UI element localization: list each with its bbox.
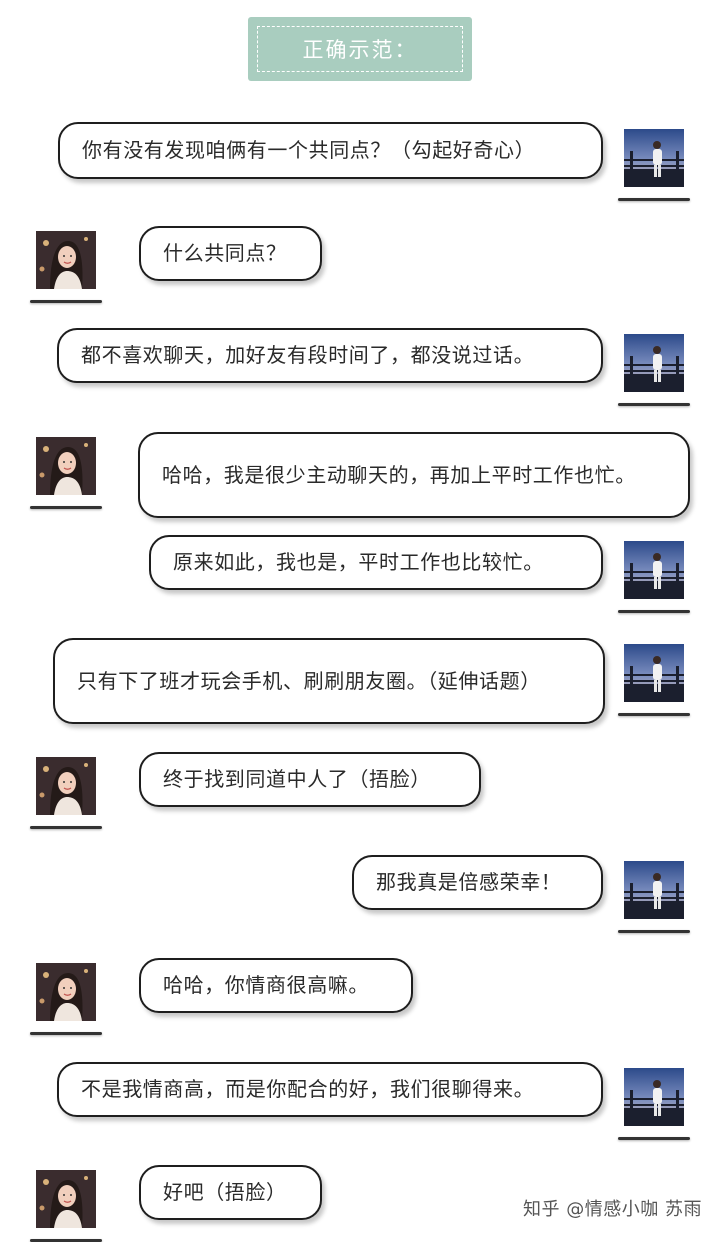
message-text: 只有下了班才玩会手机、刷刷朋友圈。（延伸话题） (77, 668, 541, 693)
avatar-divider (618, 1137, 690, 1140)
message-text: 不是我情商高，而是你配合的好，我们很聊得来。 (81, 1077, 535, 1101)
message-text: 都不喜欢聊天，加好友有段时间了，都没说过话。 (81, 343, 535, 367)
man-avatar[interactable] (618, 129, 690, 201)
avatar-divider (30, 1032, 102, 1035)
watermark: 知乎 @情感小咖 苏雨 (523, 1199, 702, 1220)
message-text: 什么共同点？ (163, 241, 287, 265)
avatar-divider (30, 300, 102, 303)
man-avatar-photo (624, 129, 684, 187)
woman-avatar-photo (36, 1170, 96, 1228)
woman-avatar[interactable] (30, 757, 102, 829)
title-border: 正确示范： (257, 26, 463, 72)
avatar-divider (618, 610, 690, 613)
chat-bubble-woman: 终于找到同道中人了（捂脸） (139, 752, 481, 807)
woman-avatar[interactable] (30, 963, 102, 1035)
woman-avatar[interactable] (30, 1170, 102, 1242)
woman-avatar-photo (36, 963, 96, 1021)
avatar-divider (30, 826, 102, 829)
message-text: 原来如此，我也是，平时工作也比较忙。 (173, 550, 544, 574)
message-text: 你有没有发现咱俩有一个共同点？（勾起好奇心） (82, 138, 536, 162)
chat-bubble-man: 原来如此，我也是，平时工作也比较忙。 (149, 535, 603, 590)
message-text: 那我真是倍感荣幸！ (376, 870, 562, 894)
man-avatar-photo (624, 1068, 684, 1126)
man-avatar[interactable] (618, 644, 690, 716)
woman-avatar[interactable] (30, 437, 102, 509)
man-avatar[interactable] (618, 541, 690, 613)
chat-bubble-man: 不是我情商高，而是你配合的好，我们很聊得来。 (57, 1062, 603, 1117)
chat-bubble-woman: 好吧（捂脸） (139, 1165, 322, 1220)
man-avatar[interactable] (618, 861, 690, 933)
chat-bubble-woman: 哈哈，你情商很高嘛。 (139, 958, 413, 1013)
woman-avatar-photo (36, 757, 96, 815)
avatar-divider (30, 506, 102, 509)
avatar-divider (618, 713, 690, 716)
chat-bubble-man: 你有没有发现咱俩有一个共同点？（勾起好奇心） (58, 122, 603, 179)
woman-avatar-photo (36, 437, 96, 495)
title-banner: 正确示范： (248, 17, 472, 81)
chat-bubble-man: 那我真是倍感荣幸！ (352, 855, 603, 910)
man-avatar-photo (624, 541, 684, 599)
avatar-divider (618, 403, 690, 406)
woman-avatar[interactable] (30, 231, 102, 303)
chat-bubble-woman: 什么共同点？ (139, 226, 322, 281)
page-title: 正确示范： (302, 38, 418, 62)
man-avatar[interactable] (618, 1068, 690, 1140)
woman-avatar-photo (36, 231, 96, 289)
message-text: 终于找到同道中人了（捂脸） (163, 767, 431, 791)
message-text: 哈哈，你情商很高嘛。 (163, 973, 369, 997)
man-avatar-photo (624, 334, 684, 392)
man-avatar[interactable] (618, 334, 690, 406)
chat-bubble-woman: 哈哈，我是很少主动聊天的，再加上平时工作也忙。 (138, 432, 690, 518)
message-text: 哈哈，我是很少主动聊天的，再加上平时工作也忙。 (162, 462, 636, 487)
man-avatar-photo (624, 861, 684, 919)
avatar-divider (618, 930, 690, 933)
message-text: 好吧（捂脸） (163, 1180, 287, 1204)
man-avatar-photo (624, 644, 684, 702)
chat-bubble-man: 只有下了班才玩会手机、刷刷朋友圈。（延伸话题） (53, 638, 605, 724)
avatar-divider (618, 198, 690, 201)
chat-bubble-man: 都不喜欢聊天，加好友有段时间了，都没说过话。 (57, 328, 603, 383)
